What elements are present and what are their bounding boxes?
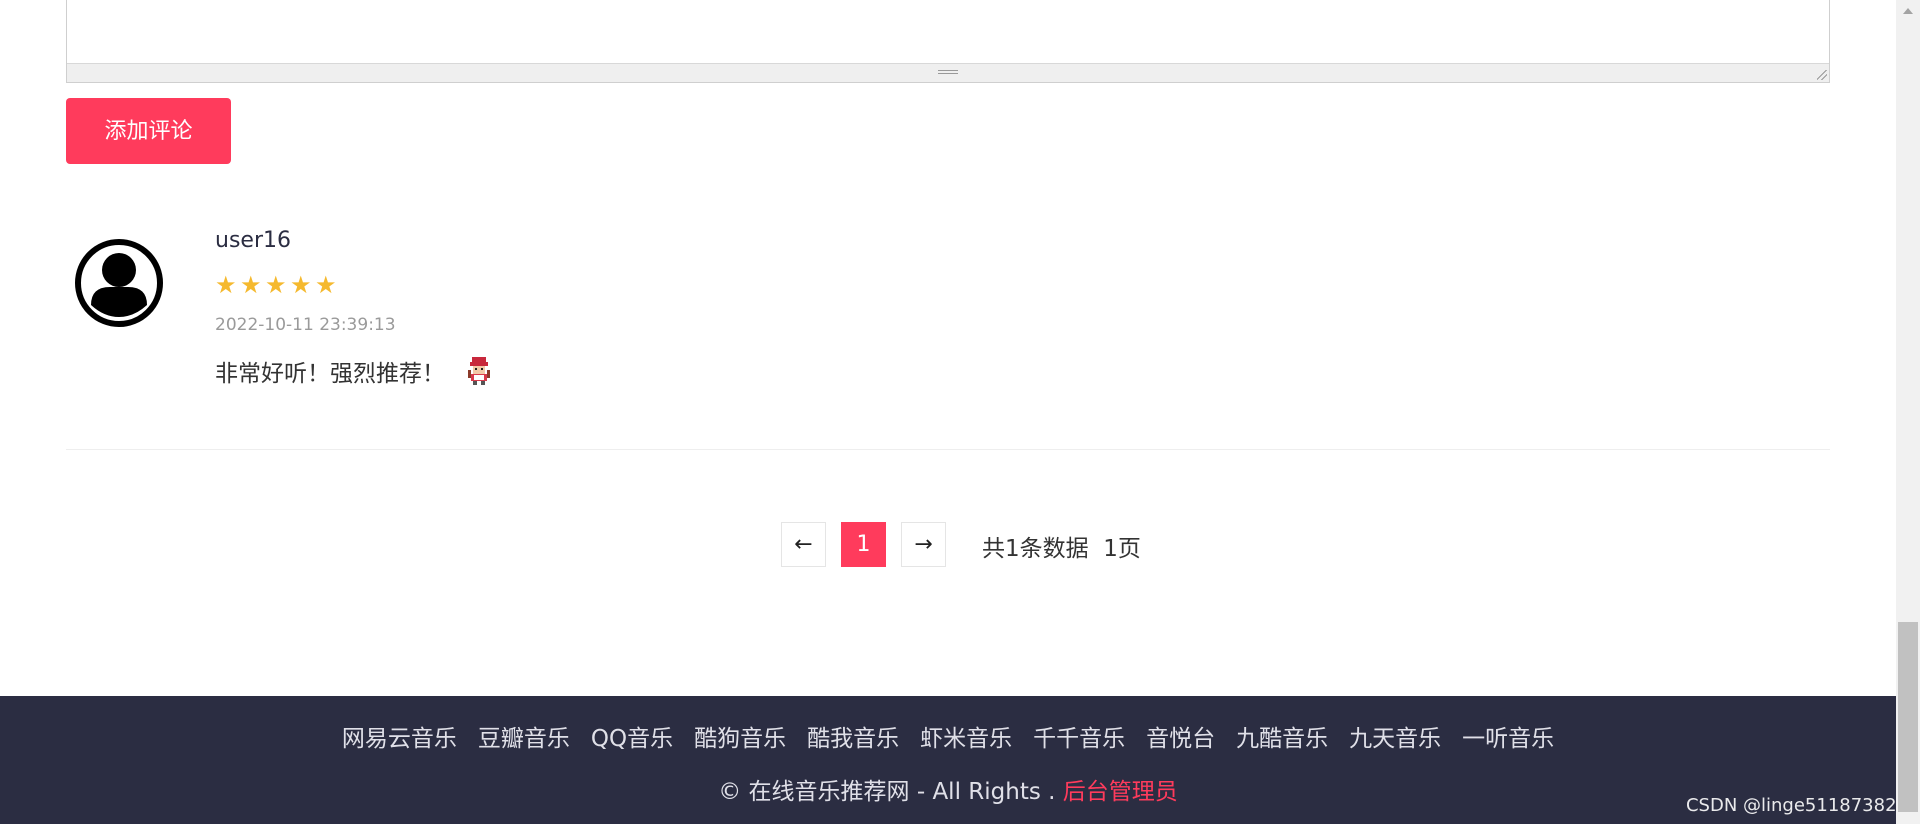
- comment-divider: [66, 449, 1830, 450]
- page-button-current[interactable]: 1: [841, 522, 886, 567]
- star-icon: ★: [240, 271, 262, 299]
- prev-page-button[interactable]: ←: [781, 522, 826, 567]
- editor-statusbar: [67, 63, 1829, 82]
- user-avatar-icon: [75, 239, 163, 327]
- footer-links: 网易云音乐 豆瓣音乐 QQ音乐 酷狗音乐 酷我音乐 虾米音乐 千千音乐 音悦台 …: [0, 719, 1896, 753]
- footer-link-yiting[interactable]: 一听音乐: [1462, 719, 1554, 753]
- admin-link[interactable]: 后台管理员: [1063, 779, 1178, 805]
- footer-link-kuwo[interactable]: 酷我音乐: [807, 719, 899, 753]
- resize-grip-icon[interactable]: [936, 67, 960, 79]
- footer-link-jiuku[interactable]: 九酷音乐: [1236, 719, 1328, 753]
- footer-link-douban[interactable]: 豆瓣音乐: [478, 719, 570, 753]
- next-page-button[interactable]: →: [901, 522, 946, 567]
- star-icon: ★: [215, 271, 237, 299]
- csdn-watermark: CSDN @linge511873822: [1685, 795, 1908, 816]
- footer-link-qianqian[interactable]: 千千音乐: [1033, 719, 1125, 753]
- star-icon: ★: [315, 271, 337, 299]
- footer-link-kugou[interactable]: 酷狗音乐: [694, 719, 786, 753]
- pagination-info: 共1条数据 1页: [982, 536, 1141, 562]
- footer-link-jiutian[interactable]: 九天音乐: [1349, 719, 1441, 753]
- footer-link-qq[interactable]: QQ音乐: [591, 719, 673, 753]
- rating-stars: ★ ★ ★ ★ ★: [215, 271, 338, 299]
- comment-editor[interactable]: [66, 0, 1830, 83]
- footer-link-yinyuetai[interactable]: 音悦台: [1146, 719, 1215, 753]
- star-icon: ★: [265, 271, 287, 299]
- page: 添加评论 user16 ★ ★ ★ ★ ★ 2022-10-11 23:39:1…: [0, 0, 1920, 824]
- comment-body: 非常好听！强烈推荐！: [215, 354, 493, 388]
- scroll-thumb[interactable]: [1898, 622, 1918, 812]
- comment-username: user16: [215, 228, 291, 253]
- star-icon: ★: [290, 271, 312, 299]
- footer-link-xiami[interactable]: 虾米音乐: [920, 719, 1012, 753]
- pixel-character-emoji-icon: [468, 357, 490, 385]
- scroll-up-arrow-icon[interactable]: [1896, 0, 1920, 22]
- copyright-text: © 在线音乐推荐网 - All Rights .: [718, 779, 1063, 805]
- footer-copyright: © 在线音乐推荐网 - All Rights . 后台管理员: [0, 772, 1896, 806]
- scrollbar[interactable]: [1896, 0, 1920, 824]
- scroll-down-arrow-icon[interactable]: [1896, 812, 1920, 824]
- footer-link-netease[interactable]: 网易云音乐: [342, 719, 457, 753]
- footer: 网易云音乐 豆瓣音乐 QQ音乐 酷狗音乐 酷我音乐 虾米音乐 千千音乐 音悦台 …: [0, 696, 1896, 824]
- resize-corner-icon[interactable]: [1817, 70, 1827, 80]
- add-comment-button[interactable]: 添加评论: [66, 98, 231, 164]
- comment-text: 非常好听！强烈推荐！: [215, 361, 445, 387]
- comment-timestamp: 2022-10-11 23:39:13: [215, 315, 396, 335]
